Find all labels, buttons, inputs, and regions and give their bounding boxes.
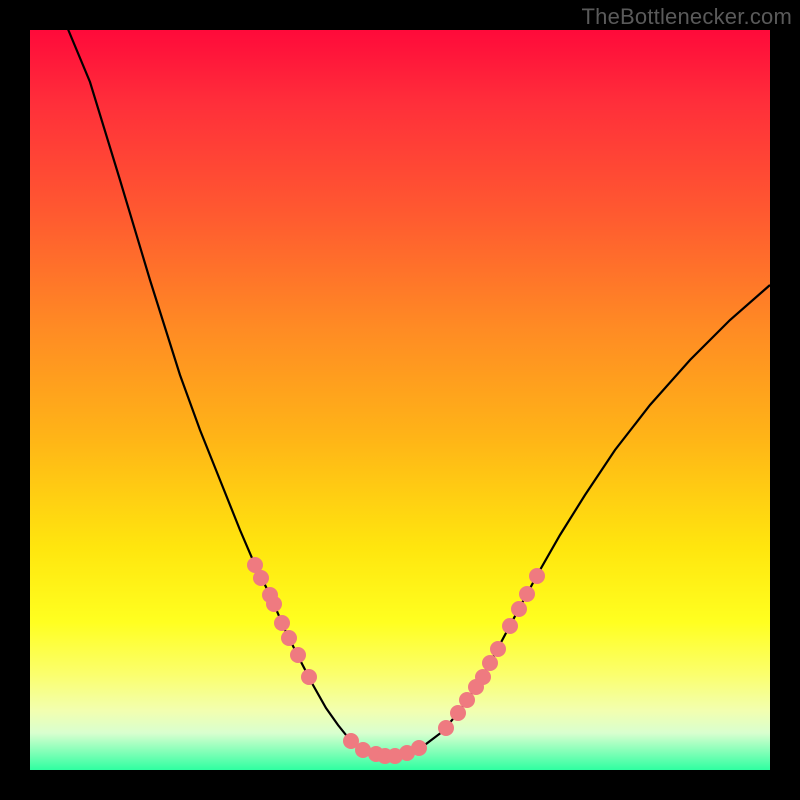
marker-dot: [459, 692, 475, 708]
watermark-text: TheBottlenecker.com: [582, 4, 792, 30]
bottleneck-curve: [60, 10, 770, 756]
marker-dot: [274, 615, 290, 631]
marker-dot: [301, 669, 317, 685]
marker-dot: [266, 596, 282, 612]
marker-group: [247, 557, 545, 764]
marker-dot: [475, 669, 491, 685]
marker-dot: [281, 630, 297, 646]
chart-svg: [30, 30, 770, 770]
outer-frame: TheBottlenecker.com: [0, 0, 800, 800]
marker-dot: [511, 601, 527, 617]
marker-dot: [482, 655, 498, 671]
marker-dot: [450, 705, 466, 721]
marker-dot: [253, 570, 269, 586]
chart-gradient-area: [30, 30, 770, 770]
marker-dot: [529, 568, 545, 584]
marker-dot: [490, 641, 506, 657]
marker-dot: [519, 586, 535, 602]
marker-dot: [438, 720, 454, 736]
marker-dot: [411, 740, 427, 756]
marker-dot: [502, 618, 518, 634]
marker-dot: [290, 647, 306, 663]
